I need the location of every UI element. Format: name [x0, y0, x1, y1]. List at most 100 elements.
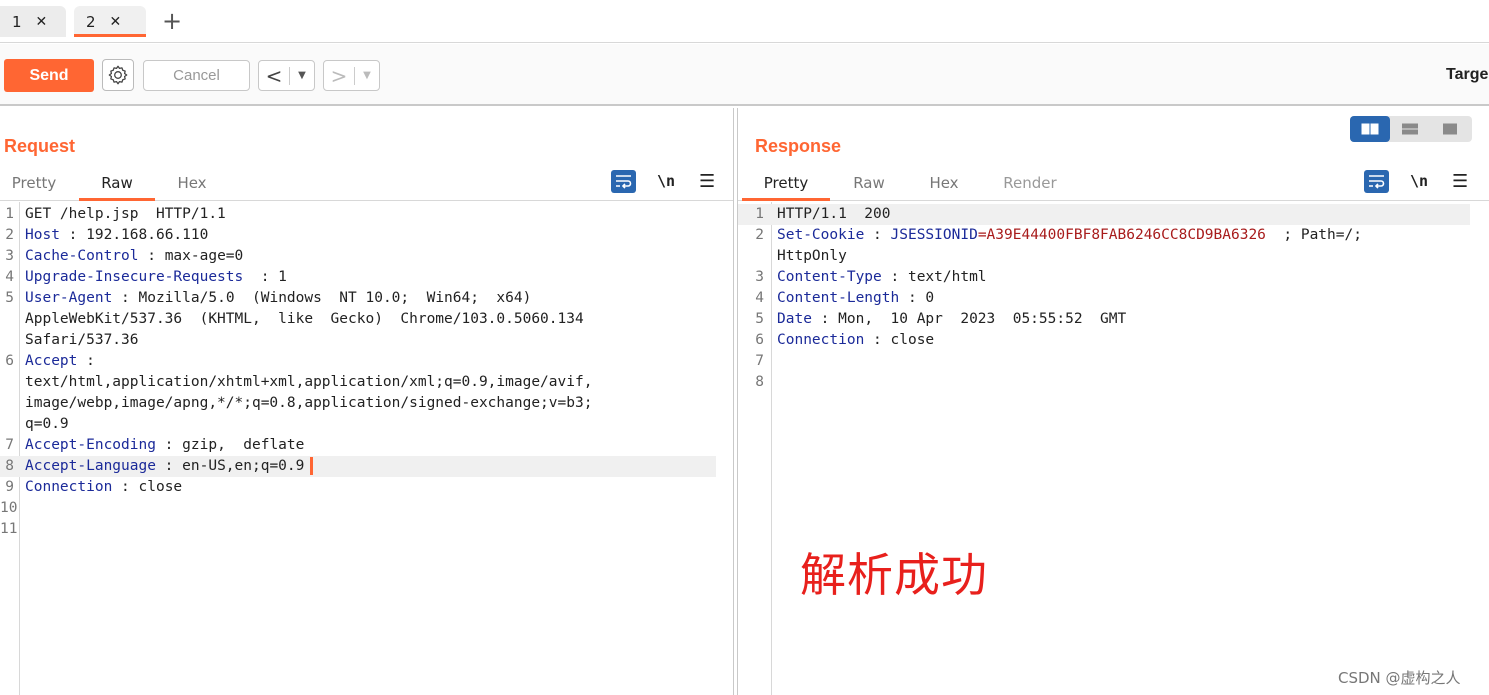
line-text: q=0.9	[25, 416, 69, 432]
code-line[interactable]: 4 Upgrade-Insecure-Requests : 1	[0, 267, 733, 288]
line-content: Safari/537.36	[25, 330, 139, 351]
tab-raw[interactable]: Raw	[834, 174, 904, 201]
line-number	[0, 330, 14, 351]
single-pane-icon	[1443, 123, 1457, 135]
cookie-name: JSESSIONID	[890, 227, 978, 243]
layout-side-by-side-button[interactable]	[1350, 116, 1390, 142]
chevron-down-icon[interactable]: ▼	[290, 70, 314, 81]
line-content: AppleWebKit/537.36 (KHTML, like Gecko) C…	[25, 309, 584, 330]
history-forward-button[interactable]: > ▼	[323, 60, 380, 91]
show-newlines-icon[interactable]: \n	[657, 172, 675, 190]
chevron-left-icon: <	[265, 63, 283, 88]
code-line[interactable]: 10	[0, 498, 733, 519]
code-line[interactable]: HttpOnly	[738, 246, 1489, 267]
code-line[interactable]: 6 Connection : close	[738, 330, 1489, 351]
menu-icon[interactable]: ☰	[699, 171, 715, 192]
code-line[interactable]: 6 Accept :	[0, 351, 733, 372]
code-line[interactable]: Safari/537.36	[0, 330, 733, 351]
line-number: 1	[755, 206, 764, 222]
header-name: Content-Type	[777, 269, 882, 285]
code-line[interactable]: 4 Content-Length : 0	[738, 288, 1489, 309]
code-line[interactable]: 1 GET /help.jsp HTTP/1.1	[0, 204, 733, 225]
word-wrap-icon[interactable]	[1364, 170, 1389, 193]
header-separator: :	[811, 311, 839, 327]
tab-pretty[interactable]: Pretty	[742, 174, 830, 201]
line-content: Accept-Language : en-US,en;q=0.9	[25, 456, 314, 477]
close-icon[interactable]: ✕	[110, 14, 122, 30]
line-number	[0, 393, 14, 414]
header-separator: :	[155, 458, 183, 474]
send-button[interactable]: Send	[4, 59, 94, 92]
code-line[interactable]: 9 Connection : close	[0, 477, 733, 498]
history-back-button[interactable]: < ▼	[258, 60, 315, 91]
tab-raw[interactable]: Raw	[79, 174, 155, 201]
tab-render[interactable]: Render	[990, 174, 1070, 201]
cancel-button[interactable]: Cancel	[143, 60, 250, 91]
tab-hex[interactable]: Hex	[158, 174, 226, 201]
tab-label: 1	[12, 12, 22, 31]
response-editor[interactable]: 1 HTTP/1.1 200 2 Set-Cookie : JSESSIONID=A3…	[738, 202, 1489, 695]
line-content: User-Agent : Mozilla/5.0 (Windows NT 10.…	[25, 288, 531, 309]
code-line[interactable]: 11	[0, 519, 733, 540]
code-line[interactable]: 5 User-Agent : Mozilla/5.0 (Windows NT 10…	[0, 288, 733, 309]
header-name: Date	[777, 311, 812, 327]
close-icon[interactable]: ✕	[36, 14, 48, 30]
line-text: HttpOnly	[777, 248, 847, 264]
code-line[interactable]: q=0.9	[0, 414, 733, 435]
line-content: Cache-Control : max-age=0	[25, 246, 243, 267]
header-separator: :	[899, 290, 926, 306]
code-line[interactable]: 7	[738, 351, 1489, 372]
header-separator: :	[112, 290, 139, 306]
target-label[interactable]: Targe	[1446, 66, 1488, 84]
header-separator: :	[59, 227, 87, 243]
line-number: 3	[5, 248, 14, 264]
header-value: 0	[925, 290, 935, 306]
code-line[interactable]: 1 HTTP/1.1 200	[738, 204, 1470, 225]
line-text: GET /help.jsp HTTP/1.1	[25, 206, 226, 222]
cookie-value: =A39E44400FBF8FAB6246CC8CD9BA6326	[977, 227, 1266, 243]
code-line[interactable]: 2 Set-Cookie : JSESSIONID=A39E44400FBF8FA…	[738, 225, 1489, 246]
tab-1[interactable]: 1 ✕	[0, 6, 66, 37]
code-line[interactable]: image/webp,image/apng,*/*;q=0.8,applicat…	[0, 393, 733, 414]
plus-icon[interactable]: +	[162, 8, 182, 34]
tab-label: 2	[86, 12, 96, 31]
code-line[interactable]: AppleWebKit/537.36 (KHTML, like Gecko) C…	[0, 309, 733, 330]
wrap-glyph	[616, 175, 632, 189]
request-lines[interactable]: 1 GET /help.jsp HTTP/1.1 2 Host : 192.168.6…	[0, 204, 733, 540]
header-name: Connection	[777, 332, 865, 348]
line-number: 11	[0, 521, 18, 537]
line-content: image/webp,image/apng,*/*;q=0.8,applicat…	[25, 393, 592, 414]
tab-pretty[interactable]: Pretty	[0, 174, 68, 201]
chevron-down-icon[interactable]: ▼	[355, 70, 379, 81]
menu-icon[interactable]: ☰	[1452, 171, 1468, 192]
response-panel: Response Pretty Raw Hex Render \n ☰ 1 HTT…	[737, 108, 1489, 695]
code-line[interactable]: 3 Content-Type : text/html	[738, 267, 1489, 288]
layout-stacked-button[interactable]	[1390, 116, 1430, 142]
code-line[interactable]: 5 Date : Mon, 10 Apr 2023 05:55:52 GMT	[738, 309, 1489, 330]
header-separator: :	[864, 332, 891, 348]
layout-toggle	[1350, 116, 1472, 142]
line-text: text/html,application/xhtml+xml,applicat…	[25, 374, 593, 390]
layout-single-button[interactable]	[1430, 116, 1470, 142]
code-line[interactable]: 7 Accept-Encoding : gzip, deflate	[0, 435, 733, 456]
code-line[interactable]: 3 Cache-Control : max-age=0	[0, 246, 733, 267]
header-value: en-US,en;q=0.9	[182, 458, 305, 474]
response-lines[interactable]: 1 HTTP/1.1 200 2 Set-Cookie : JSESSIONID=A3…	[738, 204, 1489, 393]
toolbar: Send Cancel < ▼ > ▼ Targe	[0, 44, 1489, 106]
code-line[interactable]: 2 Host : 192.168.66.110	[0, 225, 733, 246]
tab-hex[interactable]: Hex	[910, 174, 978, 201]
settings-button[interactable]	[102, 59, 134, 91]
code-line[interactable]: text/html,application/xhtml+xml,applicat…	[0, 372, 733, 393]
header-separator: :	[112, 479, 139, 495]
code-line[interactable]: 8 Accept-Language : en-US,en;q=0.9	[0, 456, 716, 477]
line-number	[738, 246, 764, 267]
line-content: Accept :	[25, 351, 95, 372]
show-newlines-icon[interactable]: \n	[1410, 172, 1428, 190]
code-line[interactable]: 8	[738, 372, 1489, 393]
request-editor[interactable]: 1 GET /help.jsp HTTP/1.1 2 Host : 192.168.6…	[0, 202, 733, 695]
word-wrap-icon[interactable]	[611, 170, 636, 193]
line-content: text/html,application/xhtml+xml,applicat…	[25, 372, 592, 393]
tab-2[interactable]: 2 ✕	[74, 6, 146, 37]
line-number: 3	[755, 269, 764, 285]
header-value: 192.168.66.110	[86, 227, 209, 243]
